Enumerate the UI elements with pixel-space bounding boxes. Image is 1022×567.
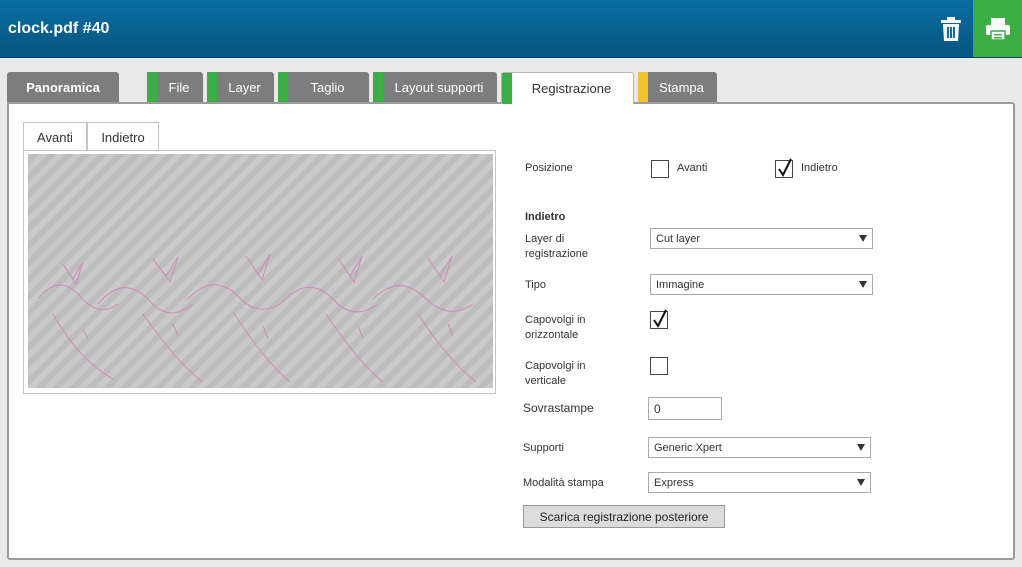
status-stripe [278, 72, 288, 102]
print-mode-select[interactable]: Express [648, 472, 871, 493]
type-select[interactable]: Immagine [650, 274, 873, 295]
status-stripe [638, 72, 648, 102]
overprint-label: Sovrastampe [523, 401, 594, 415]
position-front-checkbox[interactable] [651, 160, 669, 178]
subtab-front[interactable]: Avanti [23, 122, 87, 151]
checkmark-icon [653, 309, 667, 328]
print-mode-label: Modalità stampa [523, 477, 604, 489]
download-back-registration-button[interactable]: Scarica registrazione posteriore [523, 505, 725, 528]
chevron-down-icon [859, 235, 867, 242]
tab-label: Stampa [659, 79, 704, 95]
subtab-back[interactable]: Indietro [87, 122, 159, 151]
media-select[interactable]: Generic Xpert [648, 437, 871, 458]
tab-label: Taglio [310, 79, 345, 95]
media-label: Supporti [523, 442, 564, 454]
section-title: Indietro [525, 211, 566, 223]
tab-label: Registrazione [531, 81, 612, 96]
tab-label: Layout supporti [394, 79, 484, 95]
flip-vertical-label: Capovolgi in verticale [525, 360, 586, 387]
select-value: Immagine [656, 279, 705, 291]
registration-panel: Avanti Indietro Posizione Avanti Indietr… [7, 102, 1015, 560]
position-back-checkbox[interactable] [775, 158, 793, 178]
tab-media-layout[interactable]: Layout supporti [373, 72, 497, 102]
tab-layer[interactable]: Layer [207, 72, 274, 102]
tab-overview[interactable]: Panoramica [7, 72, 119, 102]
flip-horizontal-checkbox[interactable] [650, 309, 668, 329]
select-value: Cut layer [656, 233, 701, 245]
flip-horizontal-label: Capovolgi in orizzontale [525, 314, 586, 341]
tab-label: File [168, 79, 190, 95]
type-label: Tipo [525, 279, 546, 291]
preview-frame [23, 150, 496, 394]
select-value: Generic Xpert [654, 442, 722, 454]
chevron-down-icon [857, 444, 865, 451]
trash-icon [940, 16, 961, 41]
reg-layer-label: Layer di registrazione [525, 233, 588, 260]
tab-print[interactable]: Stampa [638, 72, 717, 102]
status-stripe [502, 73, 512, 104]
position-back-label: Indietro [801, 162, 838, 174]
select-value: Express [654, 477, 694, 489]
status-stripe [373, 72, 383, 102]
cut-contour-preview [37, 253, 477, 383]
tab-bar: Panoramica File Layer Taglio Layout supp… [0, 72, 1022, 104]
delete-button[interactable] [928, 0, 973, 57]
tab-registration[interactable]: Registrazione [501, 72, 634, 104]
flip-vertical-checkbox[interactable] [650, 357, 668, 375]
chevron-down-icon [857, 479, 865, 486]
document-title: clock.pdf #40 [8, 20, 110, 37]
status-stripe [147, 72, 157, 102]
tab-label: Layer [228, 79, 261, 95]
top-bar: clock.pdf #40 [0, 0, 1022, 58]
chevron-down-icon [859, 281, 867, 288]
registration-preview [28, 154, 493, 388]
tab-cut[interactable]: Taglio [278, 72, 369, 102]
checkmark-icon [778, 158, 792, 177]
print-button[interactable] [973, 0, 1022, 57]
reg-layer-select[interactable]: Cut layer [650, 228, 873, 249]
position-front-label: Avanti [677, 162, 708, 174]
tab-label: Panoramica [26, 79, 100, 95]
position-label: Posizione [525, 162, 573, 174]
printer-icon [985, 17, 1010, 41]
tab-file[interactable]: File [147, 72, 203, 102]
overprint-input[interactable] [648, 397, 722, 420]
status-stripe [207, 72, 217, 102]
